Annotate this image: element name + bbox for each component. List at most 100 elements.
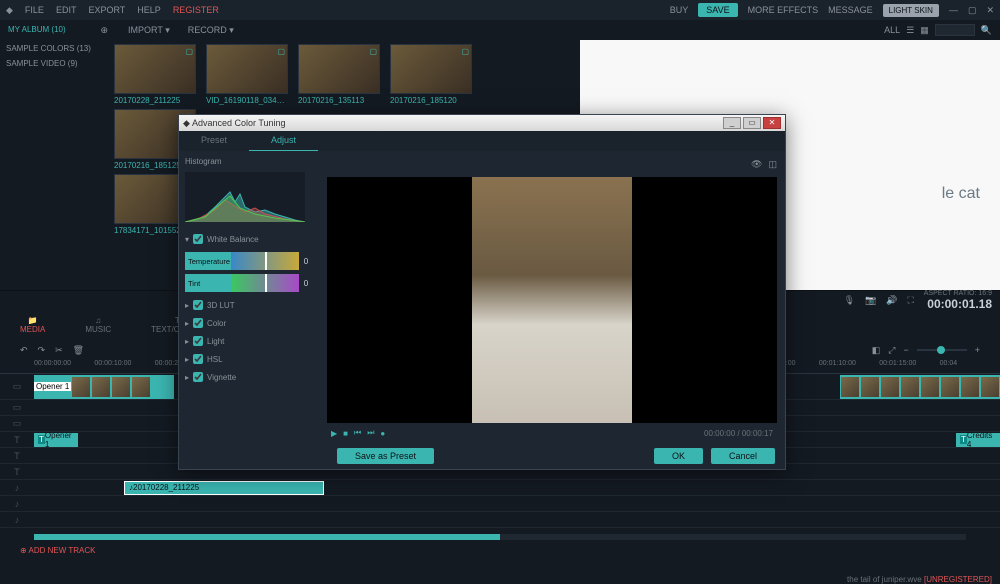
tab-media[interactable]: 📁MEDIA bbox=[20, 316, 45, 334]
audio-clip[interactable]: ♪20170228_211225 bbox=[124, 481, 324, 495]
dialog-tab-adjust[interactable]: Adjust bbox=[249, 131, 318, 151]
maximize-icon[interactable]: ▢ bbox=[968, 5, 977, 16]
vignette-checkbox[interactable] bbox=[193, 372, 203, 382]
record-button[interactable]: RECORD ▾ bbox=[188, 25, 234, 36]
search-input[interactable] bbox=[935, 24, 975, 36]
color-tuning-dialog: ◆ Advanced Color Tuning _ ▭ ✕ Preset Adj… bbox=[178, 114, 786, 470]
my-album-label[interactable]: MY ALBUM (10) bbox=[8, 25, 66, 36]
dialog-maximize-button[interactable]: ▭ bbox=[743, 117, 761, 129]
dialog-preview bbox=[327, 177, 777, 423]
audio-track-2[interactable]: ♪ bbox=[0, 496, 1000, 512]
media-thumb[interactable]: 20170228_211225 bbox=[114, 44, 196, 105]
zoom-fit-icon[interactable]: ⤢ bbox=[888, 345, 895, 356]
media-thumb[interactable]: VID_16190118_03424... bbox=[206, 44, 288, 105]
close-icon[interactable]: ✕ bbox=[986, 5, 994, 16]
delete-icon[interactable]: 🗑 bbox=[73, 345, 84, 356]
temperature-slider[interactable] bbox=[231, 252, 299, 270]
tint-slider[interactable] bbox=[231, 274, 299, 292]
zoom-out-icon[interactable]: − bbox=[903, 345, 908, 355]
sidebar-sample-colors[interactable]: SAMPLE COLORS (13) bbox=[6, 44, 104, 53]
audio-track-3[interactable]: ♪ bbox=[0, 512, 1000, 528]
dialog-timecode: 00:00:00 / 00:00:17 bbox=[704, 429, 773, 438]
filter-all[interactable]: ALL bbox=[884, 25, 900, 35]
menu-export[interactable]: EXPORT bbox=[88, 5, 125, 15]
dialog-app-icon: ◆ bbox=[183, 118, 190, 129]
zoom-in-icon[interactable]: + bbox=[975, 345, 980, 355]
media-thumb[interactable]: 20170216_135113 bbox=[298, 44, 380, 105]
dialog-transport: ▶ ■ ⏮ ⏭ ● 00:00:00 / 00:00:17 bbox=[327, 423, 777, 443]
color-checkbox[interactable] bbox=[193, 318, 203, 328]
menu-help[interactable]: HELP bbox=[137, 5, 161, 15]
import-button[interactable]: IMPORT ▾ bbox=[128, 25, 170, 36]
save-as-preset-button[interactable]: Save as Preset bbox=[337, 448, 434, 464]
dialog-minimize-button[interactable]: _ bbox=[723, 117, 741, 129]
save-button[interactable]: SAVE bbox=[698, 3, 737, 17]
undo-icon[interactable]: ↶ bbox=[20, 345, 28, 356]
redo-icon[interactable]: ↷ bbox=[38, 345, 46, 356]
marker-icon[interactable]: ◧ bbox=[872, 345, 881, 356]
cancel-button[interactable]: Cancel bbox=[711, 448, 775, 464]
eye-icon[interactable]: 👁 bbox=[751, 159, 762, 173]
light-skin-toggle[interactable]: LIGHT SKIN bbox=[883, 4, 939, 17]
mic-icon[interactable]: 🎙 bbox=[844, 295, 855, 306]
menu-file[interactable]: FILE bbox=[25, 5, 44, 15]
search-icon[interactable]: 🔍 bbox=[981, 25, 992, 36]
music-icon: ♫ bbox=[95, 316, 101, 325]
white-balance-section[interactable]: ▾ White Balance bbox=[185, 230, 313, 248]
audio-track-icon: ♪ bbox=[15, 499, 20, 509]
histogram-label: Histogram bbox=[185, 157, 313, 166]
speaker-icon[interactable]: 🔊 bbox=[886, 295, 897, 306]
ok-button[interactable]: OK bbox=[654, 448, 703, 464]
hsl-section[interactable]: ▸ HSL bbox=[185, 350, 313, 368]
add-album-icon[interactable]: ⊕ bbox=[100, 25, 108, 36]
stop-icon[interactable]: ■ bbox=[343, 429, 348, 438]
zoom-slider[interactable] bbox=[917, 349, 967, 351]
record-icon[interactable]: ● bbox=[380, 429, 385, 438]
camera-icon[interactable]: 📷 bbox=[865, 295, 876, 306]
play-icon[interactable]: ▶ bbox=[331, 429, 337, 438]
audio-track-1[interactable]: ♪ ♪20170228_211225 bbox=[0, 480, 1000, 496]
media-thumb[interactable]: 20170216_185120 bbox=[390, 44, 472, 105]
sidebar-sample-video[interactable]: SAMPLE VIDEO (9) bbox=[6, 59, 104, 68]
hsl-checkbox[interactable] bbox=[193, 354, 203, 364]
video-track-icon: ▭ bbox=[13, 381, 22, 392]
grid-view-icon[interactable]: ▦ bbox=[920, 25, 929, 36]
audio-track-icon: ♪ bbox=[15, 483, 20, 493]
text-clip-opener[interactable]: TOpener 1 bbox=[34, 433, 78, 447]
add-new-track-button[interactable]: ⊕ ADD NEW TRACK bbox=[0, 540, 1000, 561]
temperature-label: Temperature bbox=[185, 252, 231, 270]
next-frame-icon[interactable]: ⏭ bbox=[367, 428, 374, 438]
tab-music[interactable]: ♫MUSIC bbox=[85, 316, 111, 334]
3dlut-checkbox[interactable] bbox=[193, 300, 203, 310]
menubar-right: BUY SAVE MORE EFFECTS MESSAGE LIGHT SKIN… bbox=[670, 3, 994, 17]
video-clip[interactable]: Opener 1 bbox=[34, 375, 174, 399]
text-track-icon: T bbox=[14, 435, 20, 445]
light-checkbox[interactable] bbox=[193, 336, 203, 346]
cut-icon[interactable]: ✂ bbox=[55, 345, 63, 356]
dialog-titlebar[interactable]: ◆ Advanced Color Tuning _ ▭ ✕ bbox=[179, 115, 785, 131]
text-track-icon: T bbox=[14, 451, 20, 461]
light-section[interactable]: ▸ Light bbox=[185, 332, 313, 350]
menu-register[interactable]: REGISTER bbox=[173, 5, 219, 15]
text-clip-credits[interactable]: TCredits 4 bbox=[956, 433, 1000, 447]
list-view-icon[interactable]: ☰ bbox=[906, 25, 914, 36]
minimize-icon[interactable]: — bbox=[949, 5, 958, 15]
menu-message[interactable]: MESSAGE bbox=[828, 5, 873, 15]
color-section[interactable]: ▸ Color bbox=[185, 314, 313, 332]
menu-edit[interactable]: EDIT bbox=[56, 5, 77, 15]
menu-buy[interactable]: BUY bbox=[670, 5, 689, 15]
fullscreen-icon[interactable]: ⛶ bbox=[907, 295, 913, 306]
white-balance-checkbox[interactable] bbox=[193, 234, 203, 244]
vignette-section[interactable]: ▸ Vignette bbox=[185, 368, 313, 386]
video-track-icon: ▭ bbox=[13, 402, 22, 413]
dialog-close-button[interactable]: ✕ bbox=[763, 117, 781, 129]
temperature-value: 0 bbox=[299, 257, 313, 266]
3dlut-section[interactable]: ▸ 3D LUT bbox=[185, 296, 313, 314]
dialog-tab-preset[interactable]: Preset bbox=[179, 131, 249, 151]
text-track-icon: T bbox=[14, 467, 20, 477]
video-clip[interactable] bbox=[840, 375, 1000, 399]
dialog-adjust-panel: Histogram ▾ White Balance Temperature 0 … bbox=[179, 151, 319, 443]
prev-frame-icon[interactable]: ⏮ bbox=[354, 428, 361, 438]
menu-more-effects[interactable]: MORE EFFECTS bbox=[748, 5, 819, 15]
compare-icon[interactable]: ◫ bbox=[768, 159, 777, 173]
